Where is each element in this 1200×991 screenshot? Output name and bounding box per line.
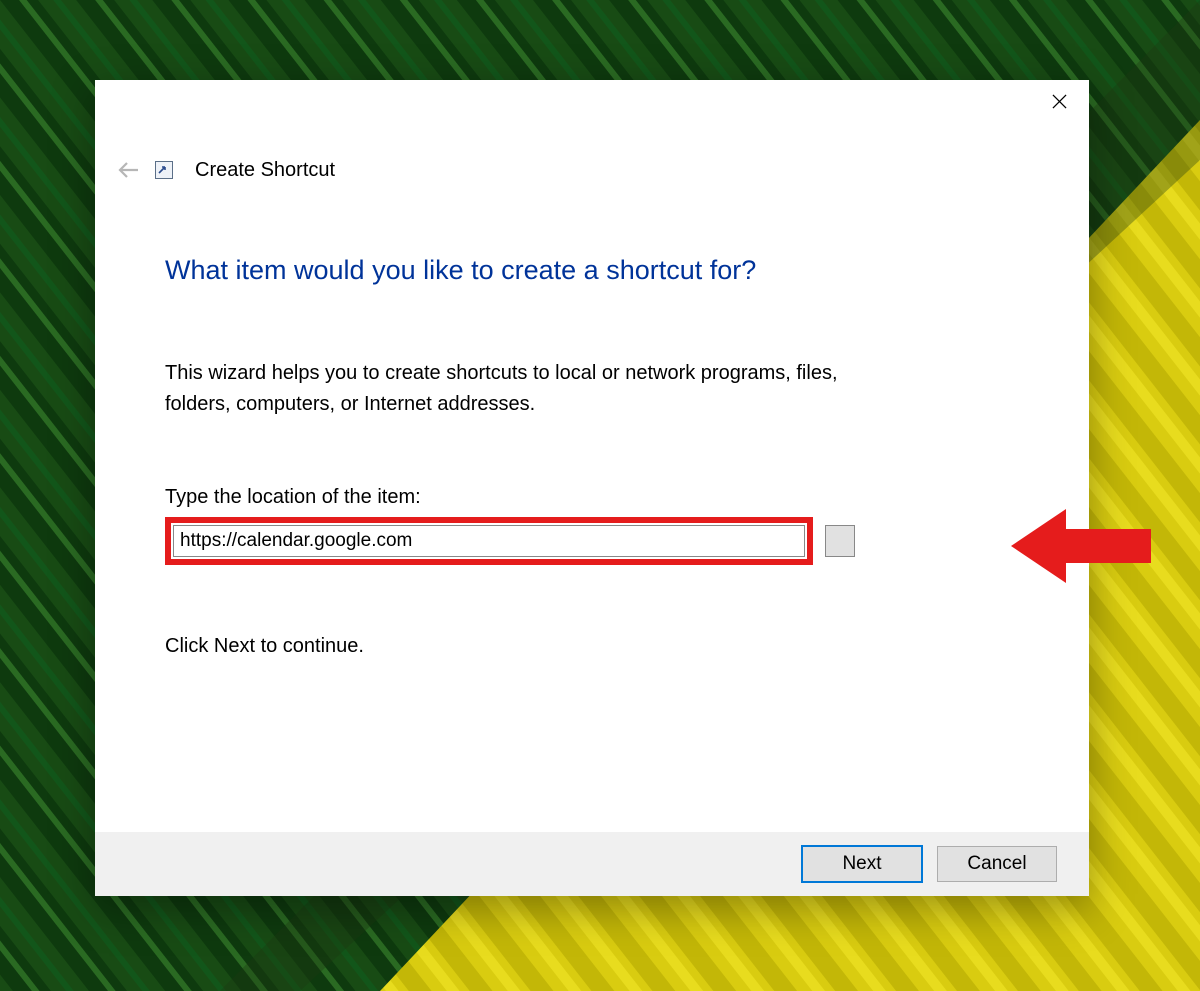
next-button[interactable]: Next <box>801 845 923 883</box>
location-label: Type the location of the item: <box>165 486 1019 509</box>
description-text: This wizard helps you to create shortcut… <box>165 358 905 420</box>
back-arrow-icon <box>116 158 140 182</box>
dialog-header: Create Shortcut <box>95 155 1089 185</box>
dialog-content: What item would you like to create a sho… <box>95 185 1089 832</box>
desktop-background: Create Shortcut What item would you like… <box>0 0 1200 991</box>
headline-text: What item would you like to create a sho… <box>165 255 1019 286</box>
close-icon <box>1052 94 1067 109</box>
create-shortcut-dialog: Create Shortcut What item would you like… <box>95 80 1089 896</box>
dialog-title: Create Shortcut <box>195 159 335 182</box>
close-button[interactable] <box>1029 80 1089 122</box>
dialog-footer: Next Cancel <box>95 832 1089 896</box>
shortcut-icon <box>155 161 173 179</box>
annotation-highlight <box>165 517 813 565</box>
location-row <box>165 517 1019 565</box>
location-input[interactable] <box>173 525 805 557</box>
continue-text: Click Next to continue. <box>165 635 1019 658</box>
browse-button[interactable] <box>825 525 855 557</box>
back-button[interactable] <box>113 155 143 185</box>
cancel-button[interactable]: Cancel <box>937 846 1057 882</box>
title-bar <box>95 80 1089 135</box>
